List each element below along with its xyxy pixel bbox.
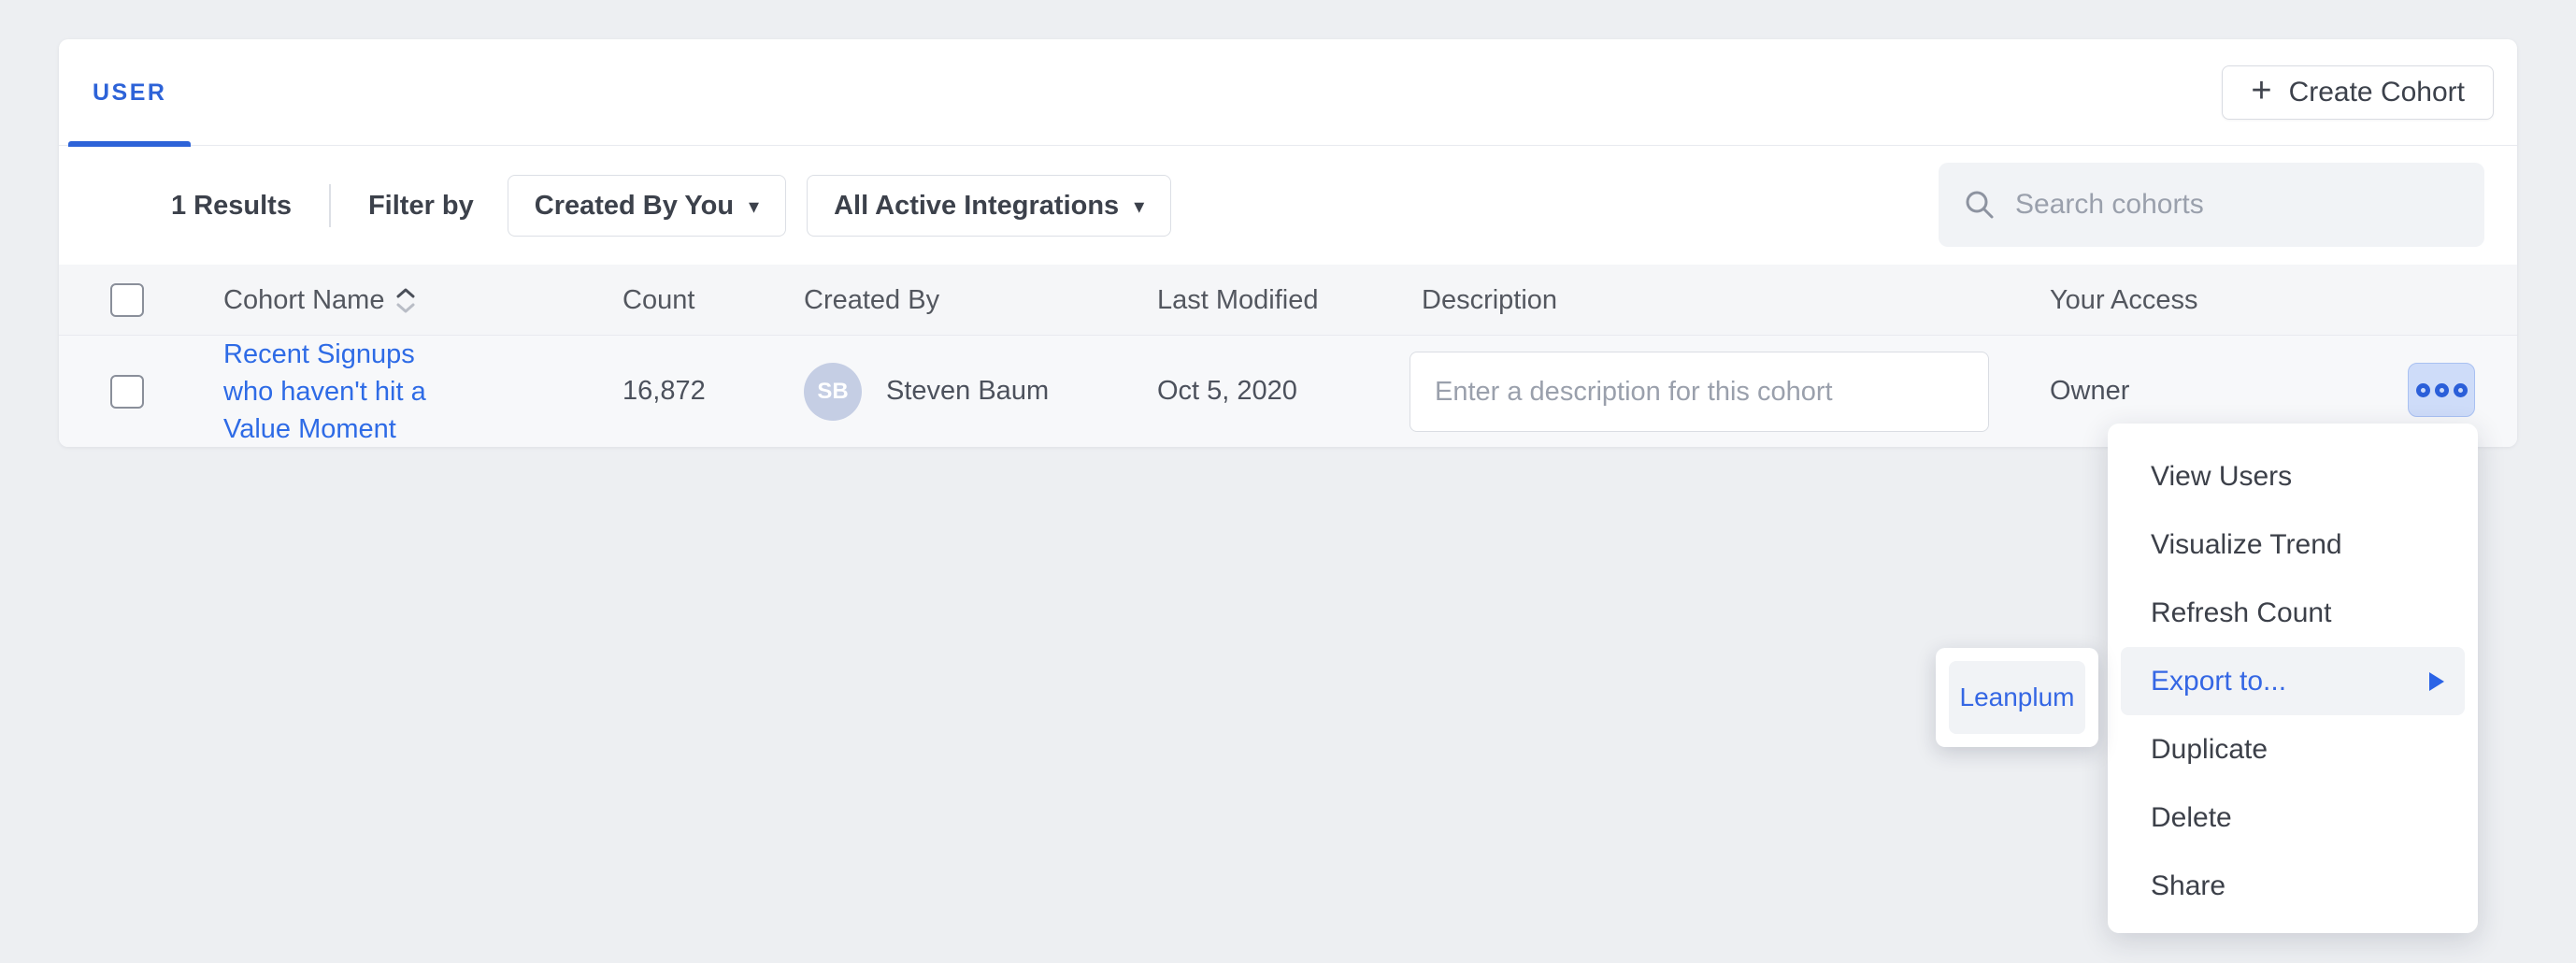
menu-item-share[interactable]: Share xyxy=(2108,852,2478,920)
menu-item-view-users[interactable]: View Users xyxy=(2108,442,2478,510)
chevron-down-icon: ▾ xyxy=(749,194,759,219)
table-header: Cohort Name Count Created By Last Modifi… xyxy=(59,265,2517,336)
chevron-down-icon: ▾ xyxy=(1134,194,1144,219)
count-cell: 16,872 xyxy=(623,336,706,447)
header-created-by: Created By xyxy=(804,265,939,336)
header-count-label: Count xyxy=(623,285,694,316)
menu-item-label: Duplicate xyxy=(2151,734,2268,766)
sort-icon xyxy=(395,287,416,314)
select-all-cell xyxy=(110,265,144,336)
filter-by-label: Filter by xyxy=(368,191,474,222)
access-value: Owner xyxy=(2050,376,2129,407)
results-count: 1 Results xyxy=(171,191,292,222)
cohorts-page: USER + Create Cohort 1 Results Filter by… xyxy=(0,0,2576,963)
row-select-cell xyxy=(110,336,144,447)
last-modified-cell: Oct 5, 2020 xyxy=(1157,336,1297,447)
submenu-item-leanplum[interactable]: Leanplum xyxy=(1949,661,2085,734)
header-cohort-name[interactable]: Cohort Name xyxy=(223,265,416,336)
header-created-by-label: Created By xyxy=(804,285,939,316)
header-count: Count xyxy=(623,265,694,336)
header-description-label: Description xyxy=(1422,285,1557,316)
more-dots-icon xyxy=(2416,383,2430,397)
cohort-name-cell: Recent Signups who haven't hit a Value M… xyxy=(223,336,457,447)
submenu-item-label: Leanplum xyxy=(1960,683,2075,712)
integrations-dropdown-label: All Active Integrations xyxy=(834,191,1119,222)
menu-item-label: Refresh Count xyxy=(2151,597,2331,629)
menu-item-label: Share xyxy=(2151,870,2225,902)
header-last-modified-label: Last Modified xyxy=(1157,285,1319,316)
menu-item-label: Delete xyxy=(2151,802,2232,834)
created-by-name: Steven Baum xyxy=(886,376,1049,407)
menu-item-label: Visualize Trend xyxy=(2151,529,2342,561)
menu-item-export-to[interactable]: Export to... xyxy=(2121,647,2465,715)
created-by-dropdown-label: Created By You xyxy=(535,191,734,222)
row-checkbox[interactable] xyxy=(110,375,144,409)
search-icon xyxy=(1963,188,1996,222)
header-description: Description xyxy=(1422,265,1557,336)
last-modified-value: Oct 5, 2020 xyxy=(1157,376,1297,407)
tab-user-label: USER xyxy=(93,79,166,107)
menu-item-refresh-count[interactable]: Refresh Count xyxy=(2108,579,2478,647)
divider xyxy=(329,184,331,227)
menu-item-duplicate[interactable]: Duplicate xyxy=(2108,715,2478,783)
create-cohort-label: Create Cohort xyxy=(2289,77,2465,108)
menu-item-label: View Users xyxy=(2151,461,2292,493)
row-actions-menu: View Users Visualize Trend Refresh Count… xyxy=(2108,424,2478,933)
integrations-dropdown[interactable]: All Active Integrations ▾ xyxy=(807,175,1171,237)
description-input[interactable] xyxy=(1410,352,1989,432)
submenu-arrow-icon xyxy=(2429,672,2444,691)
row-more-actions-button[interactable] xyxy=(2408,363,2475,417)
header-your-access-label: Your Access xyxy=(2050,285,2198,316)
header-cohort-name-label: Cohort Name xyxy=(223,285,384,316)
count-value: 16,872 xyxy=(623,376,706,407)
plus-icon: + xyxy=(2251,73,2271,108)
search-box xyxy=(1939,163,2484,247)
avatar: SB xyxy=(804,363,862,421)
more-dots-icon xyxy=(2435,383,2449,397)
menu-item-delete[interactable]: Delete xyxy=(2108,783,2478,852)
header-your-access: Your Access xyxy=(2050,265,2198,336)
more-dots-icon xyxy=(2454,383,2468,397)
created-by-cell: SB Steven Baum xyxy=(804,336,1049,447)
cohorts-card: USER + Create Cohort 1 Results Filter by… xyxy=(59,39,2517,447)
create-cohort-button[interactable]: + Create Cohort xyxy=(2222,65,2494,120)
search-input[interactable] xyxy=(2015,189,2460,221)
tab-bar: USER + Create Cohort xyxy=(59,39,2517,146)
tab-user[interactable]: USER xyxy=(68,39,191,146)
header-last-modified: Last Modified xyxy=(1157,265,1319,336)
menu-item-label: Export to... xyxy=(2151,666,2286,697)
menu-item-visualize-trend[interactable]: Visualize Trend xyxy=(2108,510,2478,579)
created-by-dropdown[interactable]: Created By You ▾ xyxy=(508,175,786,237)
select-all-checkbox[interactable] xyxy=(110,283,144,317)
export-submenu: Leanplum xyxy=(1936,648,2098,747)
cohort-name-link[interactable]: Recent Signups who haven't hit a Value M… xyxy=(223,336,457,448)
